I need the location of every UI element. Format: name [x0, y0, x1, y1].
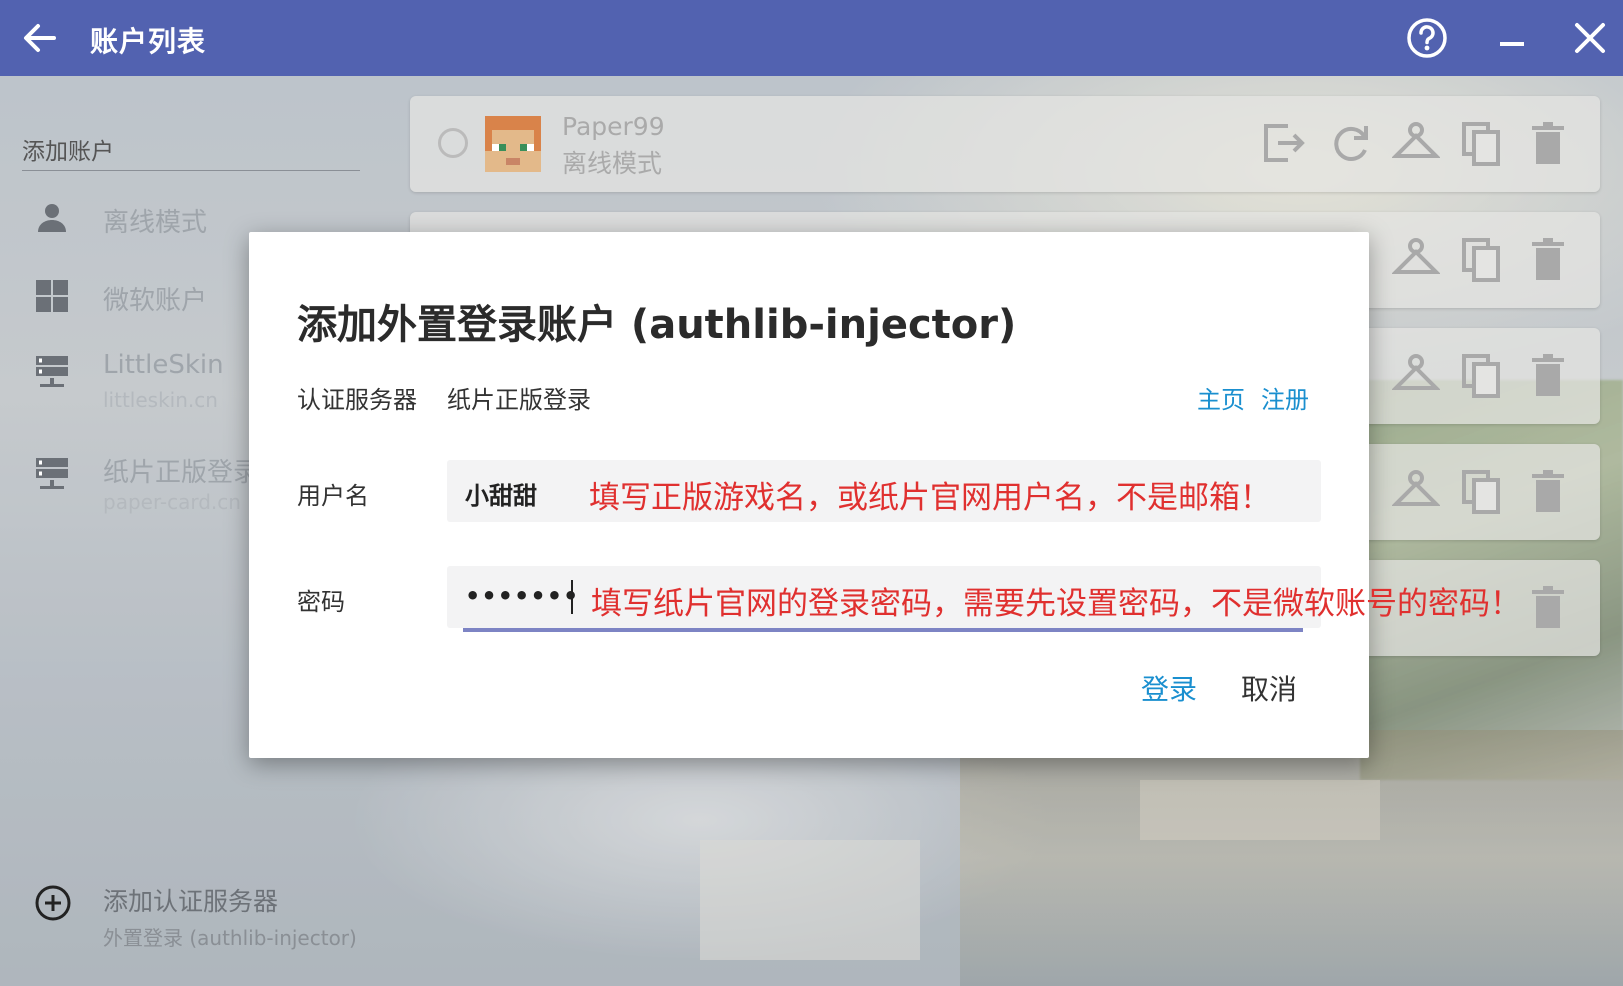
arrow-left-icon[interactable]: [20, 18, 60, 58]
title-bar: 账户列表: [0, 0, 1623, 76]
account-actions: [1391, 466, 1572, 516]
copy-icon[interactable]: [1458, 350, 1506, 400]
close-icon[interactable]: [1568, 16, 1612, 60]
password-field[interactable]: ••••••• 填写纸片官网的登录密码，需要先设置密码，不是微软账号的密码！: [447, 566, 1521, 632]
sidebar-item-sub: paper-card.cn: [103, 490, 241, 514]
sidebar-item-label: LittleSkin: [103, 350, 224, 380]
delete-icon[interactable]: [1524, 118, 1572, 168]
delete-icon[interactable]: [1524, 234, 1572, 284]
avatar: [485, 116, 541, 172]
delete-icon[interactable]: [1524, 582, 1572, 632]
windows-icon: [34, 278, 70, 314]
username-label: 用户名: [297, 482, 369, 510]
add-server-label: 添加认证服务器: [103, 887, 279, 916]
refresh-icon[interactable]: [1326, 118, 1374, 168]
add-server-sub: 外置登录 (authlib-injector): [103, 926, 357, 950]
select-radio[interactable]: [438, 128, 468, 158]
sidebar-section-label: 添加账户: [22, 132, 360, 171]
username-value: 小甜甜: [465, 482, 537, 510]
delete-icon[interactable]: [1524, 466, 1572, 516]
help-circle-icon[interactable]: [1405, 16, 1449, 60]
sidebar-item-sub: littleskin.cn: [103, 388, 218, 412]
add-circle-icon: [34, 884, 72, 922]
login-button[interactable]: 登录: [1141, 668, 1197, 708]
text-caret: [571, 580, 573, 614]
skin-hanger-icon[interactable]: [1391, 350, 1441, 400]
server-value: 纸片正版登录: [447, 386, 591, 414]
logout-icon[interactable]: [1260, 118, 1308, 168]
cancel-button[interactable]: 取消: [1241, 668, 1297, 708]
copy-icon[interactable]: [1458, 118, 1506, 168]
password-hint: 填写纸片官网的登录密码，需要先设置密码，不是微软账号的密码！: [591, 586, 1521, 622]
username-hint: 填写正版游戏名，或纸片官网用户名，不是邮箱！: [589, 480, 1271, 516]
page-title: 账户列表: [90, 25, 207, 58]
person-icon: [34, 200, 70, 236]
sidebar-item-label: 微软账户: [103, 286, 208, 316]
dialog-title: 添加外置登录账户 (authlib-injector): [297, 302, 1017, 348]
register-link[interactable]: 注册: [1261, 380, 1309, 415]
sidebar-item-label: 离线模式: [103, 208, 208, 238]
account-actions: [1524, 582, 1572, 632]
minimize-icon[interactable]: [1490, 16, 1534, 60]
server-icon: [34, 354, 70, 390]
copy-icon[interactable]: [1458, 234, 1506, 284]
username-field[interactable]: 小甜甜 填写正版游戏名，或纸片官网用户名，不是邮箱！: [447, 460, 1321, 522]
copy-icon[interactable]: [1458, 466, 1506, 516]
add-auth-server-button[interactable]: 添加认证服务器 外置登录 (authlib-injector): [0, 876, 400, 956]
server-label: 认证服务器: [297, 386, 417, 414]
skin-hanger-icon[interactable]: [1391, 466, 1441, 516]
server-icon: [34, 456, 70, 492]
focus-underline: [463, 628, 1303, 632]
homepage-link[interactable]: 主页: [1197, 380, 1245, 415]
add-authlib-account-dialog: 添加外置登录账户 (authlib-injector) 认证服务器 纸片正版登录…: [249, 232, 1521, 758]
password-label: 密码: [297, 588, 345, 616]
skin-hanger-icon[interactable]: [1391, 234, 1441, 284]
account-mode: 离线模式: [562, 149, 663, 178]
account-card[interactable]: Paper99 离线模式: [410, 96, 1600, 192]
sidebar-item-label: 纸片正版登录: [103, 458, 260, 488]
skin-hanger-icon[interactable]: [1391, 118, 1441, 168]
account-actions: [1260, 118, 1572, 168]
delete-icon[interactable]: [1524, 350, 1572, 400]
account-name: Paper99: [562, 112, 665, 141]
password-value: •••••••: [465, 582, 580, 610]
